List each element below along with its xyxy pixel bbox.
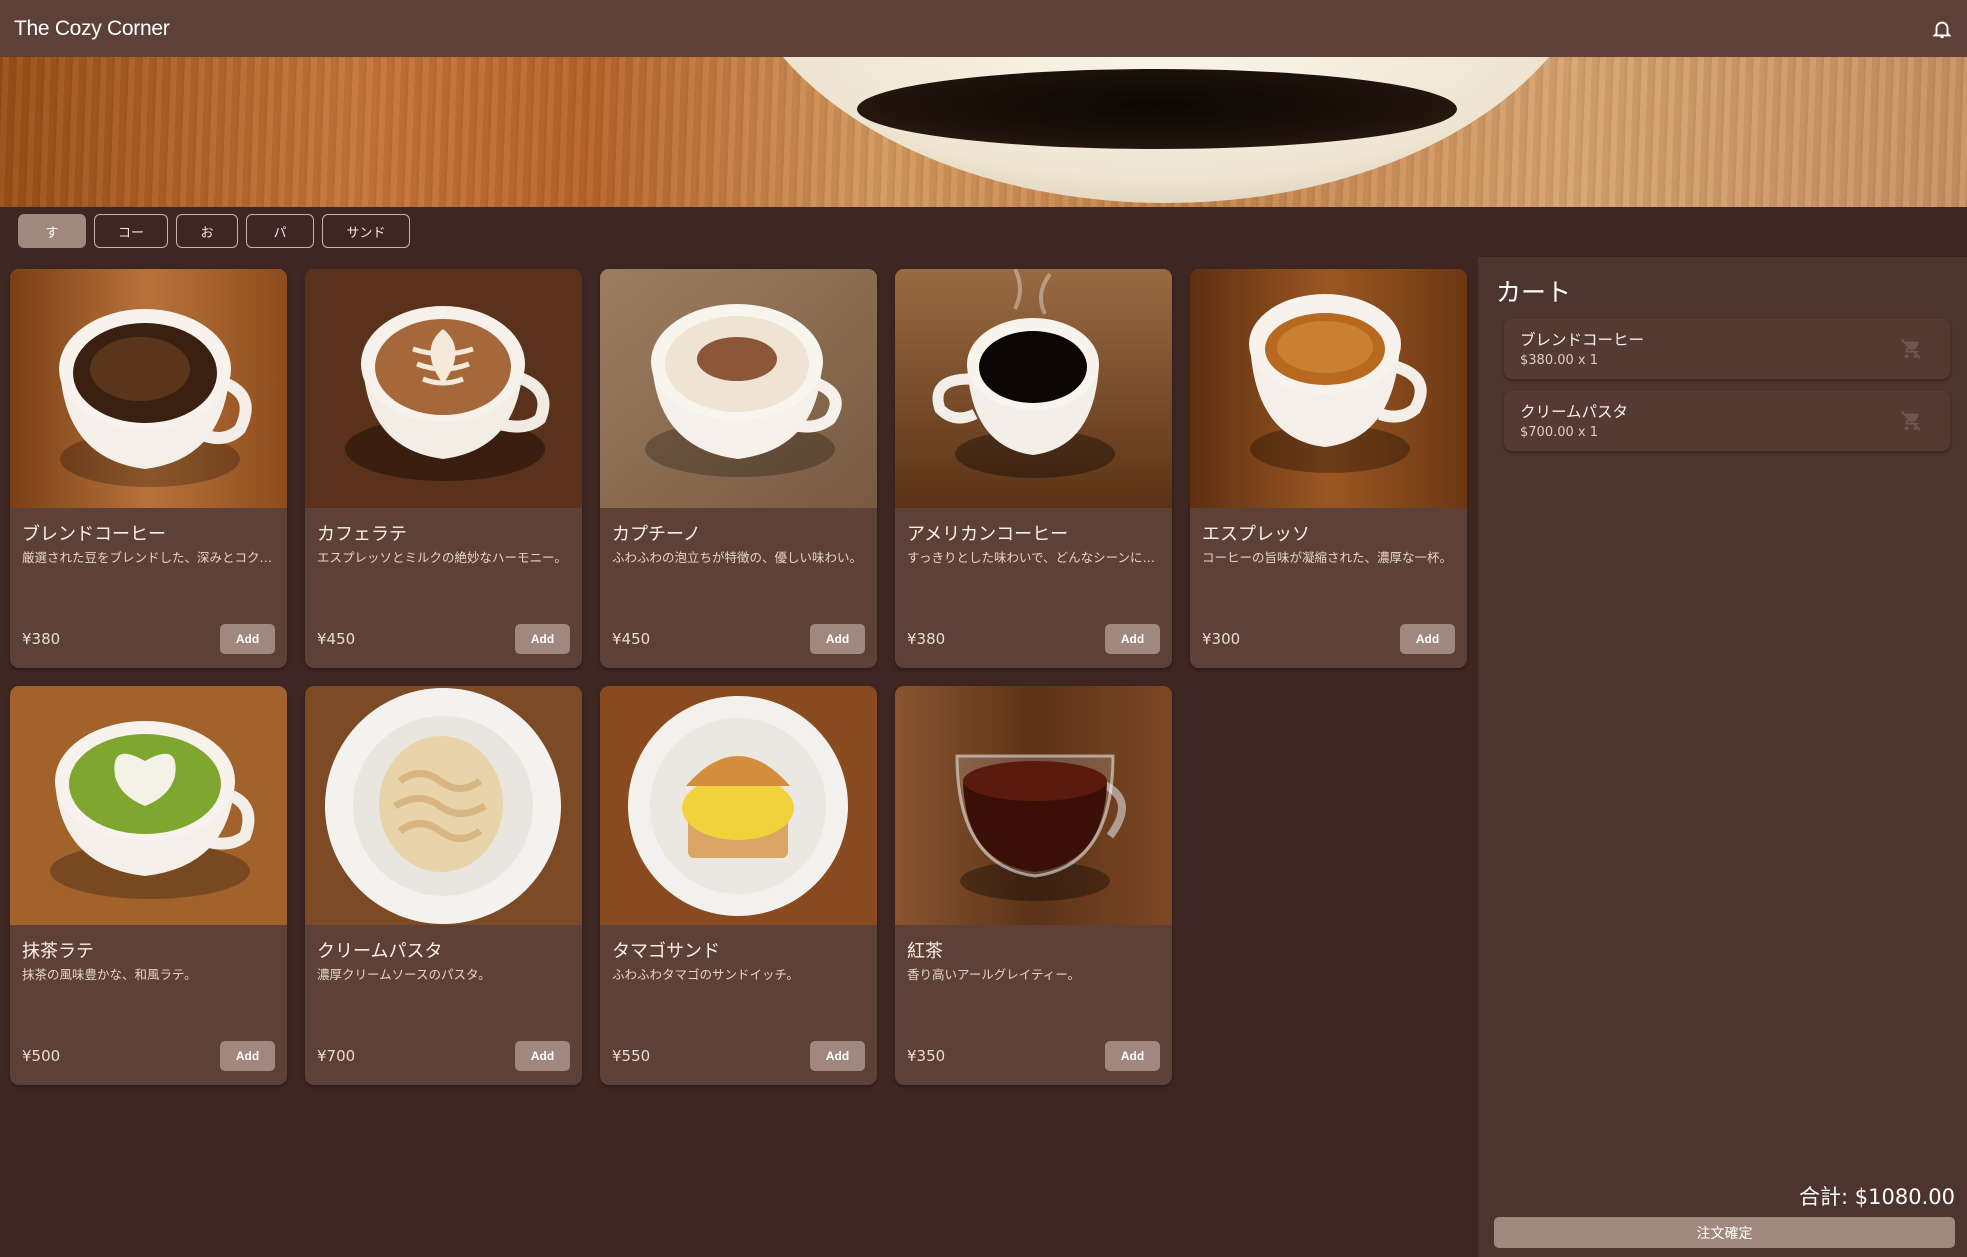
product-name: エスプレッソ <box>1202 524 1310 545</box>
product-description: 香り高いアールグレイティー。 <box>907 967 1081 982</box>
product-photo <box>895 686 1172 925</box>
cart-item-name: ブレンドコーヒー <box>1520 331 1645 349</box>
product-price: ¥300 <box>1202 630 1241 648</box>
product-name: アメリカンコーヒー <box>907 524 1069 545</box>
category-chip-coffee[interactable]: コー <box>94 214 168 248</box>
product-photo <box>895 269 1172 508</box>
notification-bell-icon[interactable] <box>1931 18 1953 40</box>
category-chip-sandwich[interactable]: サンド <box>322 214 410 248</box>
add-to-cart-button[interactable]: Add <box>810 1041 865 1071</box>
product-name: カプチーノ <box>612 524 701 545</box>
product-name: カフェラテ <box>317 524 407 545</box>
product-photo <box>305 686 582 925</box>
cart-item-price-qty: $380.00 x 1 <box>1520 353 1598 368</box>
app-bar: The Cozy Corner <box>0 0 1967 57</box>
hero-banner-image <box>0 57 1967 207</box>
product-photo <box>10 686 287 925</box>
app-title: The Cozy Corner <box>14 16 170 40</box>
product-description: すっきりとした味わいで、どんなシーンにも… <box>907 550 1162 565</box>
add-to-cart-button[interactable]: Add <box>220 1041 275 1071</box>
product-description: ふわふわの泡立ちが特徴の、優しい味わい。 <box>612 550 863 565</box>
menu-card: アメリカンコーヒー すっきりとした味わいで、どんなシーンにも… ¥380 Add <box>895 269 1172 668</box>
confirm-order-button[interactable]: 注文確定 <box>1494 1217 1955 1248</box>
add-to-cart-button[interactable]: Add <box>515 1041 570 1071</box>
product-price: ¥380 <box>22 630 61 648</box>
product-photo <box>305 269 582 508</box>
add-to-cart-button[interactable]: Add <box>1105 1041 1160 1071</box>
product-description: ふわふわタマゴのサンドイッチ。 <box>612 967 799 982</box>
product-price: ¥450 <box>612 630 651 648</box>
product-description: 濃厚クリームソースのパスタ。 <box>317 967 491 982</box>
menu-card: エスプレッソ コーヒーの旨味が凝縮された、濃厚な一杯。 ¥300 Add <box>1190 269 1467 668</box>
category-chip-all[interactable]: す <box>18 214 86 248</box>
product-name: タマゴサンド <box>612 941 720 962</box>
add-to-cart-button[interactable]: Add <box>1400 624 1455 654</box>
product-photo <box>600 269 877 508</box>
product-name: 紅茶 <box>907 941 943 962</box>
menu-card: カフェラテ エスプレッソとミルクの絶妙なハーモニー。 ¥450 Add <box>305 269 582 668</box>
product-price: ¥500 <box>22 1047 61 1065</box>
product-name: 抹茶ラテ <box>22 941 94 962</box>
product-description: エスプレッソとミルクの絶妙なハーモニー。 <box>317 550 567 565</box>
cart-item: クリームパスタ $700.00 x 1 <box>1504 391 1950 451</box>
menu-card: 抹茶ラテ 抹茶の風味豊かな、和風ラテ。 ¥500 Add <box>10 686 287 1085</box>
product-name: クリームパスタ <box>317 941 443 962</box>
menu-card: 紅茶 香り高いアールグレイティー。 ¥350 Add <box>895 686 1172 1085</box>
menu-card: タマゴサンド ふわふわタマゴのサンドイッチ。 ¥550 Add <box>600 686 877 1085</box>
product-photo <box>10 269 287 508</box>
cart-total: 合計: $1080.00 <box>1799 1185 1955 1209</box>
cart-item-name: クリームパスタ <box>1520 403 1629 421</box>
add-to-cart-button[interactable]: Add <box>810 624 865 654</box>
cart-title: カート <box>1496 278 1572 307</box>
product-name: ブレンドコーヒー <box>22 524 166 545</box>
add-to-cart-button[interactable]: Add <box>1105 624 1160 654</box>
category-chip-other[interactable]: お <box>176 214 238 248</box>
cart-panel: カート ブレンドコーヒー $380.00 x 1 クリームパスタ $700.00… <box>1478 257 1967 1257</box>
product-description: 厳選された豆をブレンドした、深みとコク… <box>22 550 273 565</box>
menu-card: ブレンドコーヒー 厳選された豆をブレンドした、深みとコク… ¥380 Add <box>10 269 287 668</box>
product-description: コーヒーの旨味が凝縮された、濃厚な一杯。 <box>1202 550 1453 565</box>
category-chip-pasta[interactable]: パ <box>246 214 314 248</box>
product-price: ¥700 <box>317 1047 356 1065</box>
menu-card: カプチーノ ふわふわの泡立ちが特徴の、優しい味わい。 ¥450 Add <box>600 269 877 668</box>
product-description: 抹茶の風味豊かな、和風ラテ。 <box>22 967 197 982</box>
cart-item: ブレンドコーヒー $380.00 x 1 <box>1504 319 1950 379</box>
product-price: ¥350 <box>907 1047 946 1065</box>
product-price: ¥380 <box>907 630 946 648</box>
product-price: ¥550 <box>612 1047 651 1065</box>
product-photo <box>600 686 877 925</box>
product-price: ¥450 <box>317 630 356 648</box>
add-to-cart-button[interactable]: Add <box>515 624 570 654</box>
menu-card: クリームパスタ 濃厚クリームソースのパスタ。 ¥700 Add <box>305 686 582 1085</box>
category-filter-bar: す コー お パ サンド <box>18 214 410 248</box>
menu-grid: ブレンドコーヒー 厳選された豆をブレンドした、深みとコク… ¥380 Add カ… <box>10 269 1467 1085</box>
product-photo <box>1190 269 1467 508</box>
cart-item-price-qty: $700.00 x 1 <box>1520 425 1598 440</box>
add-to-cart-button[interactable]: Add <box>220 624 275 654</box>
